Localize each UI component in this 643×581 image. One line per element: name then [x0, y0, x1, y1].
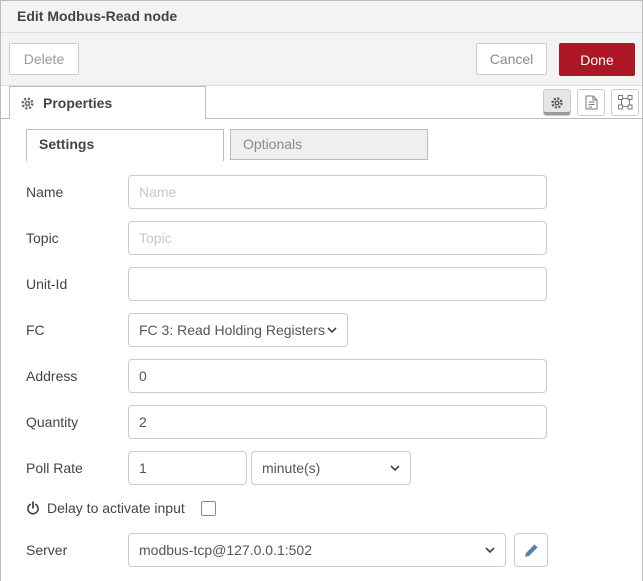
gear-icon: [550, 96, 564, 110]
tab-properties[interactable]: Properties: [9, 86, 206, 119]
poll-rate-row: Poll Rate minute(s): [26, 451, 642, 485]
settings-tab-bar: Settings Optionals: [26, 129, 642, 160]
appearance-icon: [618, 95, 633, 110]
chevron-down-icon: [390, 465, 400, 471]
fc-select[interactable]: FC 3: Read Holding Registers: [128, 313, 348, 347]
pencil-icon: [524, 543, 539, 558]
address-row: Address: [26, 359, 642, 393]
name-label: Name: [26, 184, 128, 200]
delay-row: Delay to activate input: [26, 498, 642, 518]
gear-icon: [20, 96, 35, 111]
delay-label: Delay to activate input: [47, 500, 185, 516]
tab-settings[interactable]: Settings: [26, 129, 224, 161]
server-label: Server: [26, 542, 128, 558]
delay-checkbox[interactable]: [201, 501, 216, 516]
description-doc-button[interactable]: [577, 89, 605, 116]
poll-rate-input[interactable]: [128, 451, 247, 485]
topic-row: Topic: [26, 221, 642, 255]
dialog-toolbar: Delete Cancel Done: [1, 33, 642, 86]
dialog-header: Edit Modbus-Read node: [1, 1, 642, 33]
properties-gear-button[interactable]: [543, 89, 571, 116]
server-selected-value: modbus-tcp@127.0.0.1:502: [139, 534, 312, 566]
done-button[interactable]: Done: [559, 43, 635, 76]
chevron-down-icon: [485, 547, 495, 553]
chevron-down-icon: [327, 327, 337, 333]
doc-icon: [585, 95, 598, 110]
settings-form: Name Topic Unit-Id FC FC 3: Read Holding…: [1, 160, 642, 567]
appearance-button[interactable]: [611, 89, 639, 116]
name-row: Name: [26, 175, 642, 209]
address-input[interactable]: [128, 359, 547, 393]
poll-rate-unit-value: minute(s): [262, 452, 320, 484]
server-row: Server modbus-tcp@127.0.0.1:502: [26, 533, 642, 567]
name-input[interactable]: [128, 175, 547, 209]
address-label: Address: [26, 368, 128, 384]
fc-label: FC: [26, 322, 128, 338]
delete-button[interactable]: Delete: [9, 43, 79, 75]
quantity-input[interactable]: [128, 405, 547, 439]
unit-id-input[interactable]: [128, 267, 547, 301]
topic-label: Topic: [26, 230, 128, 246]
quantity-label: Quantity: [26, 414, 128, 430]
quantity-row: Quantity: [26, 405, 642, 439]
editor-tab-bar: Properties: [1, 86, 642, 119]
edit-node-dialog: Edit Modbus-Read node Delete Cancel Done…: [0, 0, 643, 581]
tab-optionals[interactable]: Optionals: [230, 129, 428, 160]
poll-rate-label: Poll Rate: [26, 460, 128, 476]
unit-id-row: Unit-Id: [26, 267, 642, 301]
poll-rate-unit-select[interactable]: minute(s): [251, 451, 411, 485]
cancel-button[interactable]: Cancel: [476, 43, 547, 75]
fc-selected-value: FC 3: Read Holding Registers: [139, 314, 325, 346]
unit-id-label: Unit-Id: [26, 276, 128, 292]
power-icon: [26, 501, 40, 516]
tab-properties-label: Properties: [43, 95, 112, 111]
topic-input[interactable]: [128, 221, 547, 255]
server-select[interactable]: modbus-tcp@127.0.0.1:502: [128, 533, 506, 567]
editor-icon-buttons: [543, 89, 639, 116]
dialog-title: Edit Modbus-Read node: [17, 8, 177, 24]
fc-row: FC FC 3: Read Holding Registers: [26, 313, 642, 347]
edit-server-button[interactable]: [514, 533, 548, 567]
editor-content: Settings Optionals Name Topic Unit-Id FC…: [1, 129, 642, 567]
